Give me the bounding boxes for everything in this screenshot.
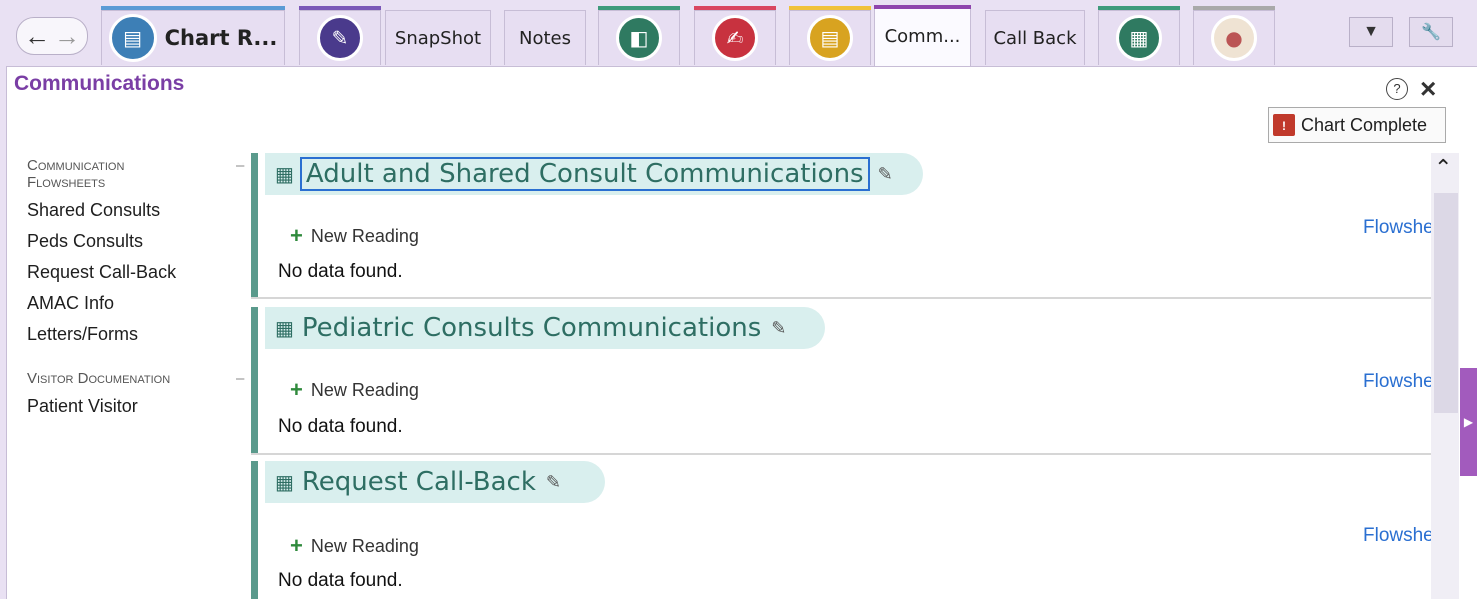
section-header: ▦ Request Call-Back ✎ <box>265 461 605 503</box>
tab-chart-review[interactable]: ▤ Chart R... <box>101 6 285 65</box>
back-forward-control[interactable]: ← → <box>16 17 88 55</box>
empty-message: No data found. <box>278 261 403 282</box>
empty-message: No data found. <box>278 570 403 591</box>
flowsheet-link[interactable]: Flowsheet <box>1363 525 1438 547</box>
tab-label: Chart R... <box>164 26 278 50</box>
more-tabs-dropdown[interactable]: ▼ <box>1349 17 1393 47</box>
grid-icon: ▦ <box>275 317 294 340</box>
tab-admission[interactable]: ◧ <box>598 6 680 65</box>
section-header-line: Communication <box>27 157 125 174</box>
tab-call-back[interactable]: Call Back <box>985 10 1085 65</box>
caret-right-icon: ▶ <box>1463 415 1474 429</box>
section-navigator: Communication Flowsheets – Shared Consul… <box>27 157 247 422</box>
tab-color-stripe <box>598 6 680 10</box>
empty-message: No data found. <box>278 416 403 437</box>
new-reading-label: New Reading <box>310 535 419 556</box>
scroll-thumb[interactable] <box>1434 193 1458 413</box>
collapse-icon[interactable]: – <box>236 157 244 174</box>
page-title: Communications <box>14 72 185 95</box>
plus-icon: + <box>290 533 303 558</box>
scroll-up-icon[interactable]: ⌃ <box>1434 155 1452 181</box>
collapse-icon[interactable]: – <box>236 370 244 387</box>
tab-bed[interactable]: ▤ <box>789 6 871 65</box>
section-title[interactable]: Adult and Shared Consult Communications <box>299 157 870 191</box>
tab-orders[interactable]: ✍ <box>694 6 776 65</box>
chart-review-icon: ▤ <box>108 14 157 62</box>
new-reading-button[interactable]: + New Reading <box>290 377 419 403</box>
bed-icon: ▤ <box>807 15 853 61</box>
tab-patient-station[interactable]: ▦ <box>1098 6 1180 65</box>
new-reading-label: New Reading <box>310 225 419 246</box>
pencil-icon[interactable]: ✎ <box>878 164 893 185</box>
tab-notes-icon-tab[interactable]: ✎ <box>299 6 381 65</box>
tab-color-stripe <box>1193 6 1275 10</box>
wrench-button[interactable]: 🔧 <box>1409 17 1453 47</box>
flowsheet-section: ▦ Pediatric Consults Communications ✎ + … <box>251 307 1438 453</box>
calendar-alert-icon: ! <box>1273 114 1295 136</box>
signature-document-icon: ✍ <box>712 15 758 61</box>
tab-color-stripe <box>1098 6 1180 10</box>
tab-label: Notes <box>519 27 571 49</box>
section-header-line: Visitor Documenation <box>27 370 171 387</box>
tab-snapshot[interactable]: SnapShot <box>385 10 491 65</box>
forward-arrow-icon[interactable]: → <box>54 23 80 49</box>
new-reading-button[interactable]: + New Reading <box>290 533 419 559</box>
grid-icon: ▦ <box>275 163 294 186</box>
tab-notes[interactable]: Notes <box>504 10 586 65</box>
tab-color-stripe <box>299 6 381 10</box>
tab-label: Call Back <box>993 27 1077 49</box>
close-icon[interactable]: × <box>1420 73 1436 105</box>
flowsheet-section: ▦ Adult and Shared Consult Communication… <box>251 153 1438 297</box>
activity-tab-bar: ← → ▤ Chart R... ✎ SnapShot Notes ◧ ✍ ▤ … <box>0 0 1477 67</box>
door-icon: ◧ <box>616 15 662 61</box>
nav-item-shared-consults[interactable]: Shared Consults <box>27 195 247 226</box>
section-header-line: Flowsheets <box>27 174 106 191</box>
flowsheet-section: ▦ Request Call-Back ✎ + New Reading No d… <box>251 461 1438 599</box>
nav-section-header[interactable]: Visitor Documenation – <box>27 370 247 387</box>
caret-down-icon: ▼ <box>1363 23 1379 40</box>
media-icon: ● <box>1211 15 1257 61</box>
tab-communications[interactable]: Comm... <box>874 5 971 67</box>
communications-panel: Communications ? × ! Chart Complete Comm… <box>6 66 1477 599</box>
new-reading-label: New Reading <box>310 379 419 400</box>
chart-complete-button[interactable]: ! Chart Complete <box>1268 107 1446 143</box>
notepad-icon: ✎ <box>317 15 363 61</box>
plus-icon: + <box>290 377 303 402</box>
nav-item-patient-visitor[interactable]: Patient Visitor <box>27 391 247 422</box>
grid-icon: ▦ <box>275 471 294 494</box>
patient-station-icon: ▦ <box>1116 15 1162 61</box>
tab-label: Comm... <box>884 26 961 47</box>
nav-item-amac-info[interactable]: AMAC Info <box>27 288 247 319</box>
section-title[interactable]: Pediatric Consults Communications <box>302 313 761 343</box>
section-header: ▦ Adult and Shared Consult Communication… <box>265 153 923 195</box>
side-panel-toggle[interactable]: ▶ <box>1460 368 1477 476</box>
tab-color-stripe <box>694 6 776 10</box>
pencil-icon[interactable]: ✎ <box>546 472 561 493</box>
flowsheet-link[interactable]: Flowsheet <box>1363 371 1438 393</box>
plus-icon: + <box>290 223 303 248</box>
tab-color-stripe <box>789 6 871 10</box>
section-title[interactable]: Request Call-Back <box>302 467 536 497</box>
back-arrow-icon[interactable]: ← <box>24 23 50 49</box>
tab-color-stripe <box>101 6 285 10</box>
wrench-icon: 🔧 <box>1421 24 1441 41</box>
chart-complete-label: Chart Complete <box>1301 114 1428 135</box>
tab-label: SnapShot <box>394 27 482 49</box>
help-icon[interactable]: ? <box>1386 78 1408 100</box>
vertical-scrollbar[interactable]: ⌃ <box>1431 153 1459 599</box>
nav-item-letters-forms[interactable]: Letters/Forms <box>27 319 247 350</box>
flowsheet-link[interactable]: Flowsheet <box>1363 217 1438 239</box>
nav-item-request-call-back[interactable]: Request Call-Back <box>27 257 247 288</box>
new-reading-button[interactable]: + New Reading <box>290 223 419 249</box>
tab-media[interactable]: ● <box>1193 6 1275 65</box>
pencil-icon[interactable]: ✎ <box>771 318 786 339</box>
nav-item-peds-consults[interactable]: Peds Consults <box>27 226 247 257</box>
section-header: ▦ Pediatric Consults Communications ✎ <box>265 307 825 349</box>
nav-section-header[interactable]: Communication Flowsheets – <box>27 157 247 191</box>
tab-color-stripe <box>874 5 971 9</box>
